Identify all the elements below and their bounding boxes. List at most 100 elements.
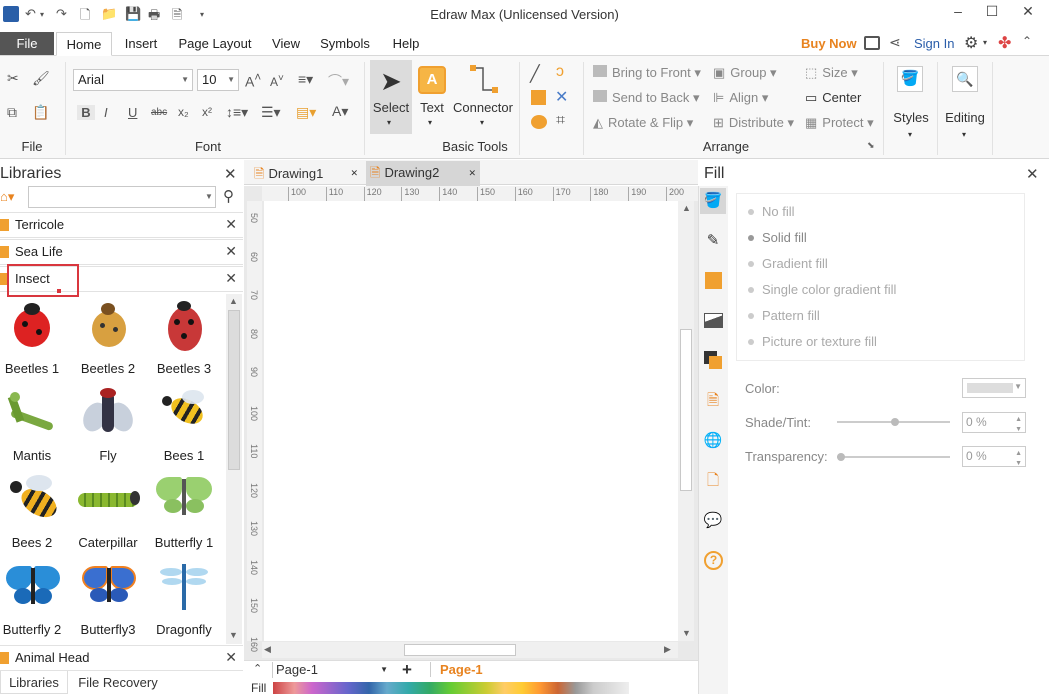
fill-option-solid-fill[interactable]: Solid fill — [748, 230, 807, 245]
document-tab-drawing1[interactable]: 🗎 Drawing1 ✕ — [250, 162, 362, 185]
group-button[interactable]: ▣ Group ▾ — [713, 65, 777, 81]
buy-now-link[interactable]: Buy Now — [801, 36, 857, 51]
spin-down-icon[interactable]: ▼ — [1015, 420, 1022, 439]
close-libraries-icon[interactable]: ✕ — [224, 165, 237, 183]
shape-bees-2[interactable]: Bees 2 — [0, 468, 69, 555]
library-category-animal-head[interactable]: Animal Head ✕ — [0, 645, 243, 671]
center-button[interactable]: ▭ Center — [805, 90, 861, 106]
color-palette-strip[interactable] — [273, 682, 629, 694]
shape-butterfly-2[interactable]: Butterfly 2 — [0, 555, 69, 642]
slider-thumb[interactable] — [837, 453, 845, 461]
font-size-select[interactable]: 10 ▼ — [197, 69, 239, 91]
shrink-font-icon[interactable]: A˅ — [270, 73, 284, 89]
bottom-tab-libraries[interactable]: Libraries — [0, 671, 68, 694]
page-tab[interactable]: Page-1 — [430, 662, 490, 677]
distribute-button[interactable]: ⊞ Distribute ▾ — [713, 115, 794, 131]
page-bar-collapse-icon[interactable]: ⌃ — [253, 662, 262, 675]
font-name-select[interactable]: Arial ▼ — [73, 69, 193, 91]
transparency-input[interactable]: 0 % ▲ ▼ — [962, 446, 1026, 467]
underline-icon[interactable]: U — [128, 105, 137, 120]
fill-option-picture-texture[interactable]: Picture or texture fill — [748, 334, 877, 349]
strikethrough-icon[interactable]: abc — [151, 107, 167, 118]
grow-font-icon[interactable]: A˄ — [245, 71, 261, 90]
fill-option-gradient-fill[interactable]: Gradient fill — [748, 256, 828, 271]
bold-icon[interactable]: B — [77, 105, 95, 120]
drawing-canvas[interactable] — [264, 201, 678, 641]
page-properties-icon[interactable]: 🗎 — [700, 388, 726, 414]
crop-tool-icon[interactable]: ⌗ — [556, 112, 565, 130]
close-window-button[interactable]: ✕ — [1018, 3, 1038, 20]
close-category-icon[interactable]: ✕ — [225, 243, 237, 260]
bring-to-front-button[interactable]: Bring to Front ▾ — [593, 65, 701, 81]
editing-button[interactable]: 🔍 Editing ▾ — [942, 62, 988, 142]
share-icon[interactable]: ⋖ — [889, 34, 901, 51]
page-select[interactable]: Page-1 ▼ — [272, 662, 392, 678]
slider-thumb[interactable] — [891, 418, 899, 426]
shadow-panel-icon[interactable] — [700, 268, 726, 294]
shape-butterfly3[interactable]: Butterfly3 — [71, 555, 145, 642]
tab-home[interactable]: Home — [56, 32, 112, 56]
transparency-slider[interactable] — [837, 453, 950, 461]
color-picker[interactable]: ▼ — [962, 378, 1026, 398]
scroll-down-icon[interactable]: ▼ — [229, 630, 238, 640]
text-align-icon[interactable]: ≡▾ — [298, 71, 313, 88]
canvas-horizontal-scrollbar[interactable]: ◀ ▶ — [262, 642, 678, 658]
sign-in-link[interactable]: Sign In — [914, 36, 954, 51]
tab-help[interactable]: Help — [386, 32, 426, 56]
scroll-left-icon[interactable]: ◀ — [264, 644, 271, 655]
scroll-up-icon[interactable]: ▲ — [682, 203, 691, 213]
file-tab[interactable]: File — [0, 32, 54, 55]
send-to-back-button[interactable]: Send to Back ▾ — [593, 90, 699, 106]
hyperlink-icon[interactable]: 🌐 — [700, 428, 726, 454]
shade-tint-slider[interactable] — [837, 418, 950, 426]
spin-down-icon[interactable]: ▼ — [1015, 454, 1022, 473]
canvas-vertical-scrollbar[interactable]: ▲ ▼ — [678, 201, 694, 641]
protect-button[interactable]: ▦ Protect ▾ — [805, 115, 874, 131]
close-category-icon[interactable]: ✕ — [225, 649, 237, 666]
shape-beetles-3[interactable]: Beetles 3 — [147, 294, 221, 381]
tab-page-layout[interactable]: Page Layout — [172, 32, 258, 56]
search-dropdown-icon[interactable]: ▼ — [205, 192, 213, 201]
arc-tool-icon[interactable]: ↄ — [556, 63, 564, 81]
select-tool-button[interactable]: ➤ Select ▾ — [370, 60, 412, 134]
fill-panel-icon[interactable]: 🪣 — [700, 188, 726, 214]
ellipse-tool-icon[interactable] — [531, 115, 547, 129]
shape-caterpillar[interactable]: Caterpillar — [71, 468, 145, 555]
scroll-thumb[interactable] — [228, 310, 240, 470]
shape-butterfly-1[interactable]: Butterfly 1 — [147, 468, 221, 555]
fill-option-pattern-fill[interactable]: Pattern fill — [748, 308, 820, 323]
fill-option-single-color-gradient[interactable]: Single color gradient fill — [748, 282, 896, 297]
italic-icon[interactable]: I — [104, 105, 108, 120]
cross-tool-icon[interactable]: ✕ — [555, 87, 568, 107]
document-tab-drawing2[interactable]: 🗎 Drawing2 ✕ — [366, 161, 480, 186]
minimize-button[interactable]: – — [948, 3, 968, 19]
paragraph-spacing-icon[interactable]: ↕≡▾ — [226, 104, 248, 121]
font-color-icon[interactable]: A▾ — [332, 103, 348, 120]
scroll-down-icon[interactable]: ▼ — [682, 628, 691, 638]
shape-dragonfly[interactable]: Dragonfly — [147, 555, 221, 642]
styles-button[interactable]: 🪣 Styles ▾ — [889, 62, 933, 142]
close-tab-icon[interactable]: ✕ — [468, 161, 476, 185]
connector-tool-button[interactable]: Connector ▾ — [452, 60, 514, 134]
format-painter-icon[interactable]: 🖌 — [32, 70, 50, 87]
library-search-input[interactable] — [28, 186, 216, 208]
layers-panel-icon[interactable] — [700, 348, 726, 374]
shape-beetles-2[interactable]: Beetles 2 — [71, 294, 145, 381]
close-tab-icon[interactable]: ✕ — [350, 162, 358, 185]
rotate-flip-button[interactable]: ◭ Rotate & Flip ▾ — [593, 115, 693, 131]
line-tool-icon[interactable]: ╱ — [530, 64, 540, 84]
line-panel-icon[interactable]: ✎ — [700, 228, 726, 254]
cart-icon[interactable] — [864, 36, 880, 50]
tab-symbols[interactable]: Symbols — [314, 32, 376, 56]
comment-icon[interactable]: 💬 — [700, 508, 726, 534]
cut-icon[interactable]: ✂ — [7, 70, 19, 87]
copy-icon[interactable]: ⧉ — [7, 104, 17, 121]
tab-insert[interactable]: Insert — [116, 32, 166, 56]
library-category-sea-life[interactable]: Sea Life ✕ — [0, 239, 243, 265]
bottom-tab-file-recovery[interactable]: File Recovery — [70, 671, 166, 694]
settings-gear-icon[interactable]: ⚙ — [964, 33, 978, 53]
shape-fly[interactable]: Fly — [71, 381, 145, 468]
line-spacing-icon[interactable]: ⌒▾ — [328, 71, 349, 91]
settings-dropdown-icon[interactable]: ▾ — [983, 38, 987, 47]
search-icon[interactable]: ⚲ — [223, 187, 234, 205]
